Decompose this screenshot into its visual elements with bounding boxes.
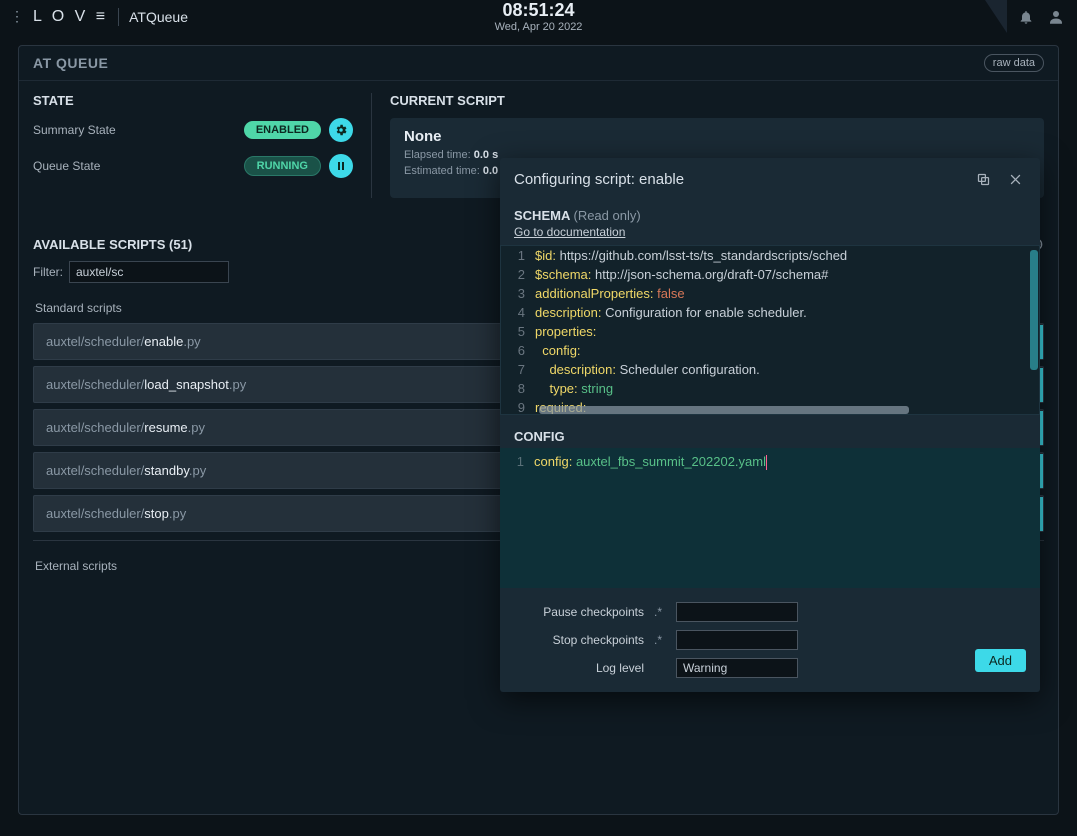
modal-title: Configuring script: enable: [514, 171, 684, 188]
current-script-label: CURRENT SCRIPT: [390, 93, 1044, 108]
gear-icon[interactable]: [329, 118, 353, 142]
filter-input[interactable]: [69, 261, 229, 283]
divider: [371, 93, 372, 198]
pause-checkpoints-input[interactable]: [676, 602, 798, 622]
stop-checkpoints-label: Stop checkpoints: [514, 633, 644, 647]
summary-state-row: Summary State ENABLED: [33, 118, 353, 142]
logo: L O V ≡: [33, 8, 108, 26]
add-button[interactable]: Add: [975, 649, 1026, 672]
scrollbar[interactable]: [539, 406, 909, 414]
status-badge: ENABLED: [244, 121, 321, 139]
queue-state-label: Queue State: [33, 159, 100, 173]
summary-state-label: Summary State: [33, 123, 116, 137]
queue-state-row: Queue State RUNNING: [33, 154, 353, 178]
scrollbar[interactable]: [1030, 250, 1038, 370]
config-editor[interactable]: 1config: auxtel_fbs_summit_202202.yaml: [500, 448, 1040, 588]
bell-icon[interactable]: [1015, 6, 1037, 28]
current-script-name: None: [404, 128, 1030, 145]
configure-script-modal: Configuring script: enable SCHEMA (Read …: [500, 158, 1040, 692]
log-level-label: Log level: [514, 661, 644, 675]
log-level-select[interactable]: Warning: [676, 658, 798, 678]
schema-editor[interactable]: 1$id: https://github.com/lsst-ts/ts_stan…: [500, 245, 1040, 415]
topbar-wedge: [985, 0, 1007, 33]
topbar: ⋮ L O V ≡ ATQueue 08:51:24 Wed, Apr 20 2…: [0, 0, 1077, 33]
filter-label: Filter:: [33, 265, 63, 279]
clock: 08:51:24 Wed, Apr 20 2022: [495, 0, 583, 33]
pause-checkpoints-label: Pause checkpoints: [514, 605, 644, 619]
available-title: AVAILABLE SCRIPTS (51): [33, 237, 192, 252]
clock-time: 08:51:24: [495, 0, 583, 21]
tab-name: ATQueue: [129, 9, 188, 25]
raw-data-button[interactable]: raw data: [984, 54, 1044, 72]
stop-checkpoints-input[interactable]: [676, 630, 798, 650]
doc-link[interactable]: Go to documentation: [500, 225, 1040, 239]
close-icon[interactable]: [1004, 168, 1026, 190]
config-label: CONFIG: [500, 415, 1040, 448]
state-column: STATE Summary State ENABLED Queue State …: [33, 93, 353, 198]
menu-icon[interactable]: ⋮: [10, 8, 25, 25]
divider: [118, 8, 119, 26]
clock-date: Wed, Apr 20 2022: [495, 21, 583, 33]
pause-icon[interactable]: [329, 154, 353, 178]
panel-title: AT QUEUE: [33, 55, 108, 71]
copy-icon[interactable]: [972, 168, 994, 190]
user-icon[interactable]: [1045, 6, 1067, 28]
state-label: STATE: [33, 93, 353, 108]
status-badge: RUNNING: [244, 156, 321, 176]
